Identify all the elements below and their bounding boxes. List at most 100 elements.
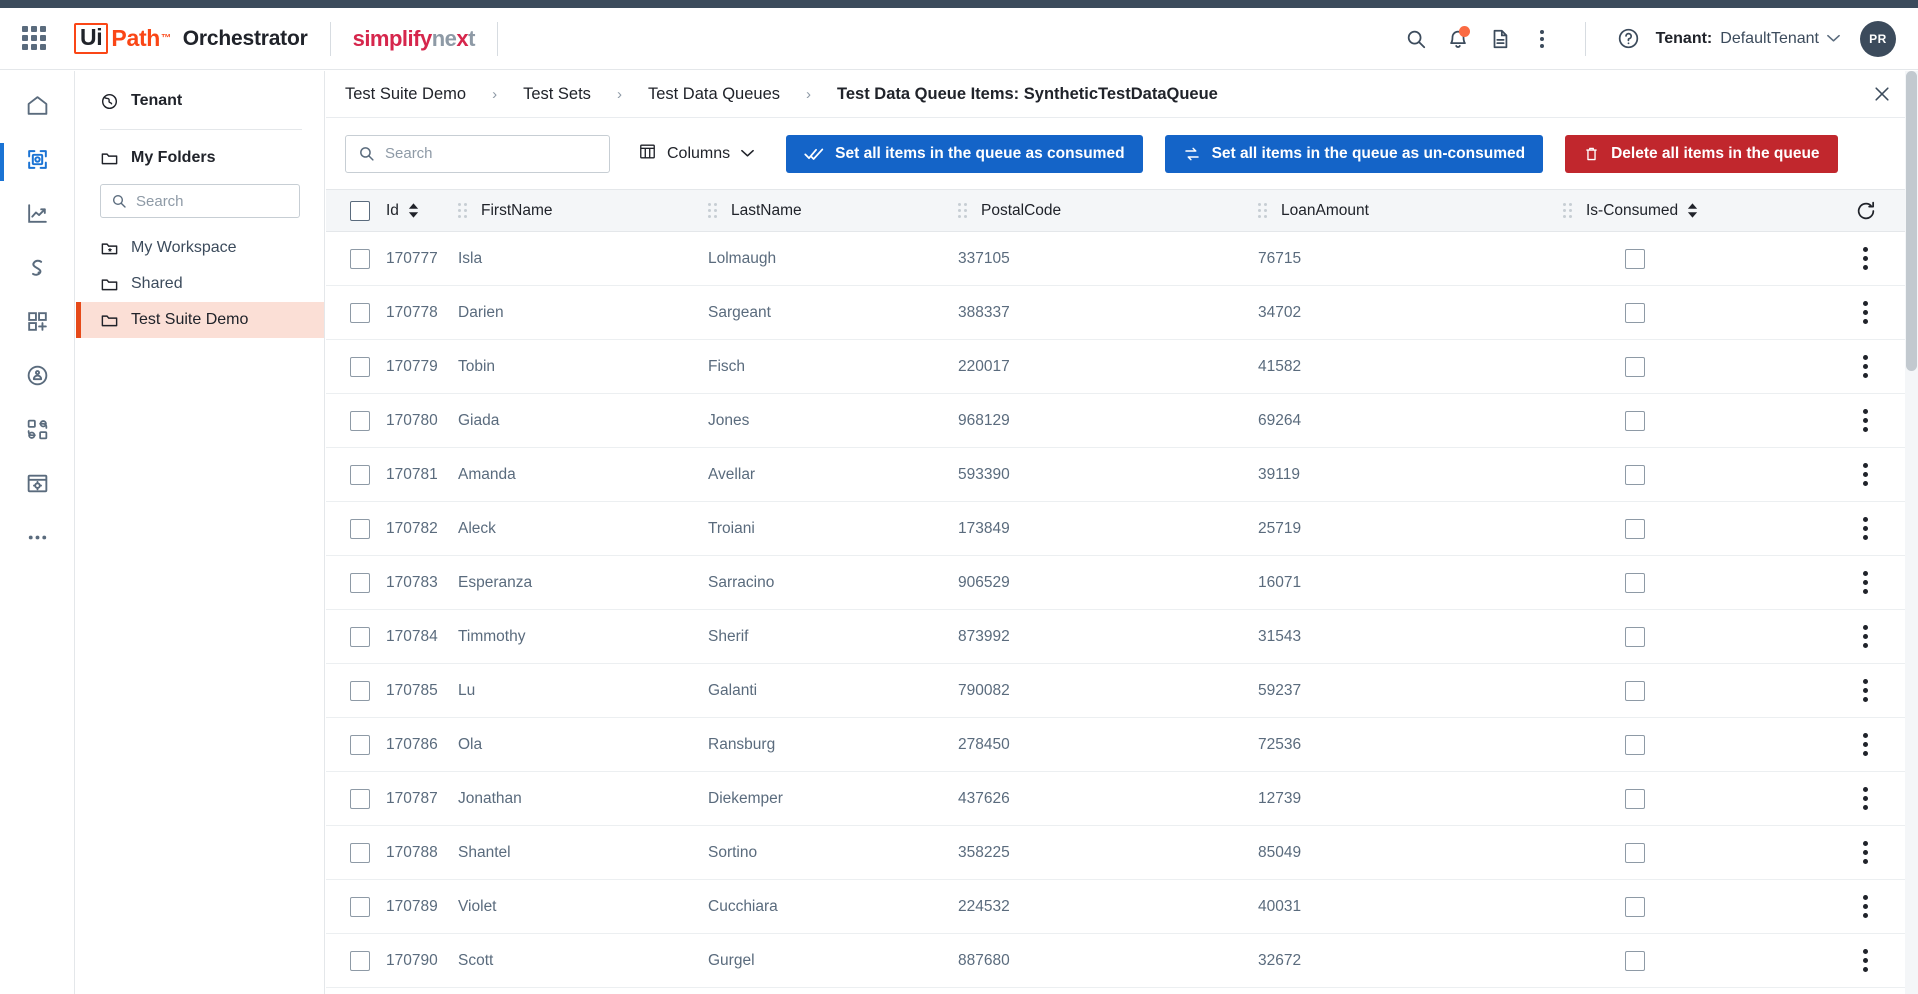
row-more-vertical-icon[interactable] xyxy=(1863,625,1868,648)
sidebar-item-integrations[interactable] xyxy=(0,405,75,459)
select-all-checkbox[interactable] xyxy=(350,200,370,221)
notifications-bell-icon[interactable] xyxy=(1437,18,1479,60)
is-consumed-checkbox[interactable] xyxy=(1625,464,1645,485)
columns-button[interactable]: Columns xyxy=(638,142,755,166)
table-row[interactable]: 170787 Jonathan Diekemper 437626 12739 xyxy=(326,772,1918,826)
column-header-lastname[interactable]: LastName xyxy=(708,202,958,220)
row-select-checkbox[interactable] xyxy=(350,680,370,701)
table-row[interactable]: 170783 Esperanza Sarracino 906529 16071 xyxy=(326,556,1918,610)
refresh-icon[interactable] xyxy=(1855,200,1877,222)
column-header-loanamount[interactable]: LoanAmount xyxy=(1258,202,1563,220)
sidebar-item-shared[interactable]: Shared xyxy=(76,266,324,302)
scrollbar-thumb[interactable] xyxy=(1906,71,1917,371)
row-select-checkbox[interactable] xyxy=(350,410,370,431)
row-more-vertical-icon[interactable] xyxy=(1863,571,1868,594)
row-more-vertical-icon[interactable] xyxy=(1863,949,1868,972)
row-more-vertical-icon[interactable] xyxy=(1863,679,1868,702)
breadcrumb-item-0[interactable]: Test Suite Demo xyxy=(345,85,466,104)
row-select-checkbox[interactable] xyxy=(350,626,370,647)
row-more-vertical-icon[interactable] xyxy=(1863,733,1868,756)
row-select-checkbox[interactable] xyxy=(350,572,370,593)
is-consumed-checkbox[interactable] xyxy=(1625,248,1645,269)
table-row[interactable]: 170779 Tobin Fisch 220017 41582 xyxy=(326,340,1918,394)
table-row[interactable]: 170788 Shantel Sortino 358225 85049 xyxy=(326,826,1918,880)
table-row[interactable]: 170781 Amanda Avellar 593390 39119 xyxy=(326,448,1918,502)
is-consumed-checkbox[interactable] xyxy=(1625,302,1645,323)
table-row[interactable]: 170777 Isla Lolmaugh 337105 76715 xyxy=(326,232,1918,286)
uipath-logo[interactable]: Ui Path ™ xyxy=(74,22,171,55)
breadcrumb-item-1[interactable]: Test Sets xyxy=(523,85,591,104)
search-icon[interactable] xyxy=(1395,18,1437,60)
column-header-postalcode[interactable]: PostalCode xyxy=(958,202,1258,220)
table-row[interactable]: 170778 Darien Sargeant 388337 34702 xyxy=(326,286,1918,340)
row-more-vertical-icon[interactable] xyxy=(1863,517,1868,540)
documentation-page-icon[interactable] xyxy=(1479,18,1521,60)
is-consumed-checkbox[interactable] xyxy=(1625,734,1645,755)
avatar[interactable]: PR xyxy=(1860,20,1896,57)
sidebar-item-home[interactable] xyxy=(0,81,75,135)
folder-panel-tenant-row[interactable]: Tenant xyxy=(76,81,324,121)
column-header-id[interactable]: Id xyxy=(386,202,458,220)
column-header-isconsumed[interactable]: Is-Consumed xyxy=(1563,202,1813,220)
tenant-chevron-down-icon[interactable] xyxy=(1827,31,1840,46)
sort-toggle-icon[interactable] xyxy=(408,203,419,218)
is-consumed-checkbox[interactable] xyxy=(1625,518,1645,539)
is-consumed-checkbox[interactable] xyxy=(1625,680,1645,701)
column-header-firstname[interactable]: FirstName xyxy=(458,202,708,220)
row-more-vertical-icon[interactable] xyxy=(1863,409,1868,432)
vertical-scrollbar[interactable] xyxy=(1905,71,1918,994)
is-consumed-checkbox[interactable] xyxy=(1625,896,1645,917)
set-all-consumed-button[interactable]: Set all items in the queue as consumed xyxy=(786,134,1143,173)
row-select-checkbox[interactable] xyxy=(350,518,370,539)
column-drag-handle-icon[interactable] xyxy=(458,203,467,218)
is-consumed-checkbox[interactable] xyxy=(1625,950,1645,971)
set-all-unconsumed-button[interactable]: Set all items in the queue as un-consume… xyxy=(1164,134,1544,173)
row-select-checkbox[interactable] xyxy=(350,248,370,269)
sidebar-item-automations[interactable] xyxy=(0,135,75,189)
row-select-checkbox[interactable] xyxy=(350,302,370,323)
sort-toggle-icon[interactable] xyxy=(1687,203,1698,218)
search-input[interactable]: Search xyxy=(345,134,610,173)
sidebar-item-storage[interactable] xyxy=(0,459,75,513)
column-drag-handle-icon[interactable] xyxy=(1563,203,1572,218)
row-select-checkbox[interactable] xyxy=(350,734,370,755)
row-more-vertical-icon[interactable] xyxy=(1863,355,1868,378)
more-vertical-icon[interactable] xyxy=(1521,18,1563,60)
table-row[interactable]: 170784 Timmothy Sherif 873992 31543 xyxy=(326,610,1918,664)
tenant-value[interactable]: DefaultTenant xyxy=(1720,30,1819,48)
breadcrumb-item-2[interactable]: Test Data Queues xyxy=(648,85,780,104)
row-more-vertical-icon[interactable] xyxy=(1863,463,1868,486)
row-select-checkbox[interactable] xyxy=(350,356,370,377)
table-row[interactable]: 170782 Aleck Troiani 173849 25719 xyxy=(326,502,1918,556)
column-drag-handle-icon[interactable] xyxy=(1258,203,1267,218)
row-more-vertical-icon[interactable] xyxy=(1863,895,1868,918)
table-row[interactable]: 170789 Violet Cucchiara 224532 40031 xyxy=(326,880,1918,934)
table-row[interactable]: 170786 Ola Ransburg 278450 72536 xyxy=(326,718,1918,772)
row-select-checkbox[interactable] xyxy=(350,788,370,809)
column-drag-handle-icon[interactable] xyxy=(708,203,717,218)
row-more-vertical-icon[interactable] xyxy=(1863,787,1868,810)
table-row[interactable]: 170785 Lu Galanti 790082 59237 xyxy=(326,664,1918,718)
row-select-checkbox[interactable] xyxy=(350,896,370,917)
is-consumed-checkbox[interactable] xyxy=(1625,572,1645,593)
folder-panel-my-folders-row[interactable]: My Folders xyxy=(76,138,324,178)
row-more-vertical-icon[interactable] xyxy=(1863,301,1868,324)
is-consumed-checkbox[interactable] xyxy=(1625,842,1645,863)
delete-all-button[interactable]: Delete all items in the queue xyxy=(1565,134,1838,173)
is-consumed-checkbox[interactable] xyxy=(1625,788,1645,809)
close-icon[interactable] xyxy=(1868,80,1896,108)
sidebar-item-queues[interactable] xyxy=(0,243,75,297)
sidebar-item-test-suite-demo[interactable]: Test Suite Demo xyxy=(76,302,324,338)
row-select-checkbox[interactable] xyxy=(350,464,370,485)
sidebar-item-apps[interactable] xyxy=(0,297,75,351)
help-circle-icon[interactable] xyxy=(1608,18,1650,60)
folder-search-input[interactable]: Search xyxy=(100,184,300,218)
table-row[interactable]: 170790 Scott Gurgel 887680 32672 xyxy=(326,934,1918,988)
sidebar-item-robots[interactable] xyxy=(0,351,75,405)
sidebar-item-my-workspace[interactable]: My Workspace xyxy=(76,230,324,266)
row-more-vertical-icon[interactable] xyxy=(1863,247,1868,270)
row-more-vertical-icon[interactable] xyxy=(1863,841,1868,864)
row-select-checkbox[interactable] xyxy=(350,842,370,863)
table-row[interactable]: 170780 Giada Jones 968129 69264 xyxy=(326,394,1918,448)
sidebar-item-monitoring[interactable] xyxy=(0,189,75,243)
